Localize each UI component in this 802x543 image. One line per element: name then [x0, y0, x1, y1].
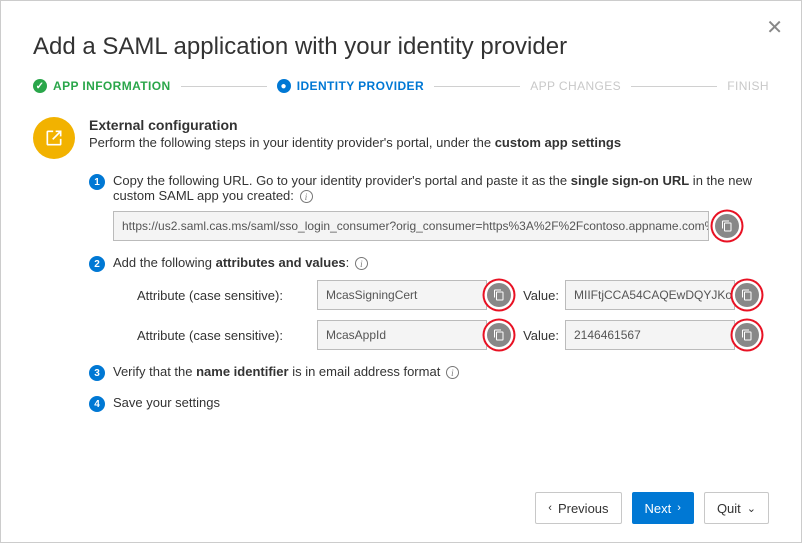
wizard-footer: ‹ Previous Next › Quit ⌄ [535, 492, 769, 524]
step-label: APP INFORMATION [53, 79, 171, 93]
sso-url-field[interactable]: https://us2.saml.cas.ms/saml/sso_login_c… [113, 211, 709, 241]
step-number-badge: 1 [89, 174, 105, 190]
checkmark-icon: ✓ [33, 79, 47, 93]
copy-icon [493, 329, 505, 341]
value-label: Value: [521, 288, 565, 303]
attribute-name-field[interactable]: McasSigningCert [317, 280, 487, 310]
copy-icon [493, 289, 505, 301]
attributes-grid: Attribute (case sensitive): McasSigningC… [137, 280, 769, 350]
instruction-steps: 1 Copy the following URL. Go to your ide… [89, 173, 769, 412]
external-config-section: External configuration Perform the follo… [33, 117, 769, 159]
attribute-label: Attribute (case sensitive): [137, 328, 317, 343]
modal-title: Add a SAML application with your identit… [33, 33, 769, 61]
instruction-step-2: 2 Add the following attributes and value… [89, 255, 769, 350]
copy-value-button[interactable] [735, 283, 759, 307]
step1-text: Copy the following URL. Go to your ident… [113, 173, 752, 203]
step-divider [434, 86, 520, 87]
wizard-stepper: ✓ APP INFORMATION ● IDENTITY PROVIDER AP… [33, 79, 769, 93]
copy-icon [721, 220, 733, 232]
previous-button[interactable]: ‹ Previous [535, 492, 621, 524]
attribute-name-field[interactable]: McasAppId [317, 320, 487, 350]
next-button[interactable]: Next › [632, 492, 694, 524]
external-config-desc: Perform the following steps in your iden… [89, 135, 621, 150]
quit-button[interactable]: Quit ⌄ [704, 492, 769, 524]
step-number-badge: 3 [89, 365, 105, 381]
chevron-left-icon: ‹ [548, 502, 552, 514]
instruction-step-1: 1 Copy the following URL. Go to your ide… [89, 173, 769, 241]
info-icon[interactable]: i [446, 366, 459, 379]
button-label: Previous [558, 501, 609, 516]
attribute-value-field[interactable]: MIIFtjCCA54CAQEwDQYJKoZI [565, 280, 735, 310]
button-label: Quit [717, 501, 741, 516]
instruction-step-3: 3 Verify that the name identifier is in … [89, 364, 769, 381]
copy-attribute-button[interactable] [487, 323, 511, 347]
copy-icon [741, 289, 753, 301]
step-app-changes: APP CHANGES [530, 79, 621, 93]
step2-text: Add the following attributes and values:… [113, 255, 368, 270]
saml-app-modal: ✕ Add a SAML application with your ident… [0, 0, 802, 543]
step4-text: Save your settings [113, 395, 220, 410]
info-icon[interactable]: i [355, 257, 368, 270]
value-label: Value: [521, 328, 565, 343]
sso-url-row: https://us2.saml.cas.ms/saml/sso_login_c… [113, 211, 769, 241]
step-label: FINISH [727, 79, 769, 93]
close-icon[interactable]: ✕ [766, 15, 783, 40]
step-number-badge: 2 [89, 256, 105, 272]
step-identity-provider[interactable]: ● IDENTITY PROVIDER [277, 79, 424, 93]
copy-url-button[interactable] [715, 214, 739, 238]
button-label: Next [645, 501, 672, 516]
step3-text: Verify that the name identifier is in em… [113, 364, 459, 379]
chevron-right-icon: › [677, 502, 681, 514]
info-icon[interactable]: i [300, 190, 313, 203]
step-finish: FINISH [727, 79, 769, 93]
step-app-information[interactable]: ✓ APP INFORMATION [33, 79, 171, 93]
step-label: APP CHANGES [530, 79, 621, 93]
attribute-value-field[interactable]: 2146461567 [565, 320, 735, 350]
step-label: IDENTITY PROVIDER [297, 79, 424, 93]
dot-icon: ● [277, 79, 291, 93]
attribute-label: Attribute (case sensitive): [137, 288, 317, 303]
external-link-icon [33, 117, 75, 159]
instruction-step-4: 4 Save your settings [89, 395, 769, 412]
external-config-title: External configuration [89, 117, 621, 133]
chevron-down-icon: ⌄ [747, 502, 756, 515]
step-number-badge: 4 [89, 396, 105, 412]
step-divider [181, 86, 267, 87]
copy-icon [741, 329, 753, 341]
copy-attribute-button[interactable] [487, 283, 511, 307]
external-config-header: External configuration Perform the follo… [89, 117, 621, 150]
step-divider [631, 86, 717, 87]
copy-value-button[interactable] [735, 323, 759, 347]
